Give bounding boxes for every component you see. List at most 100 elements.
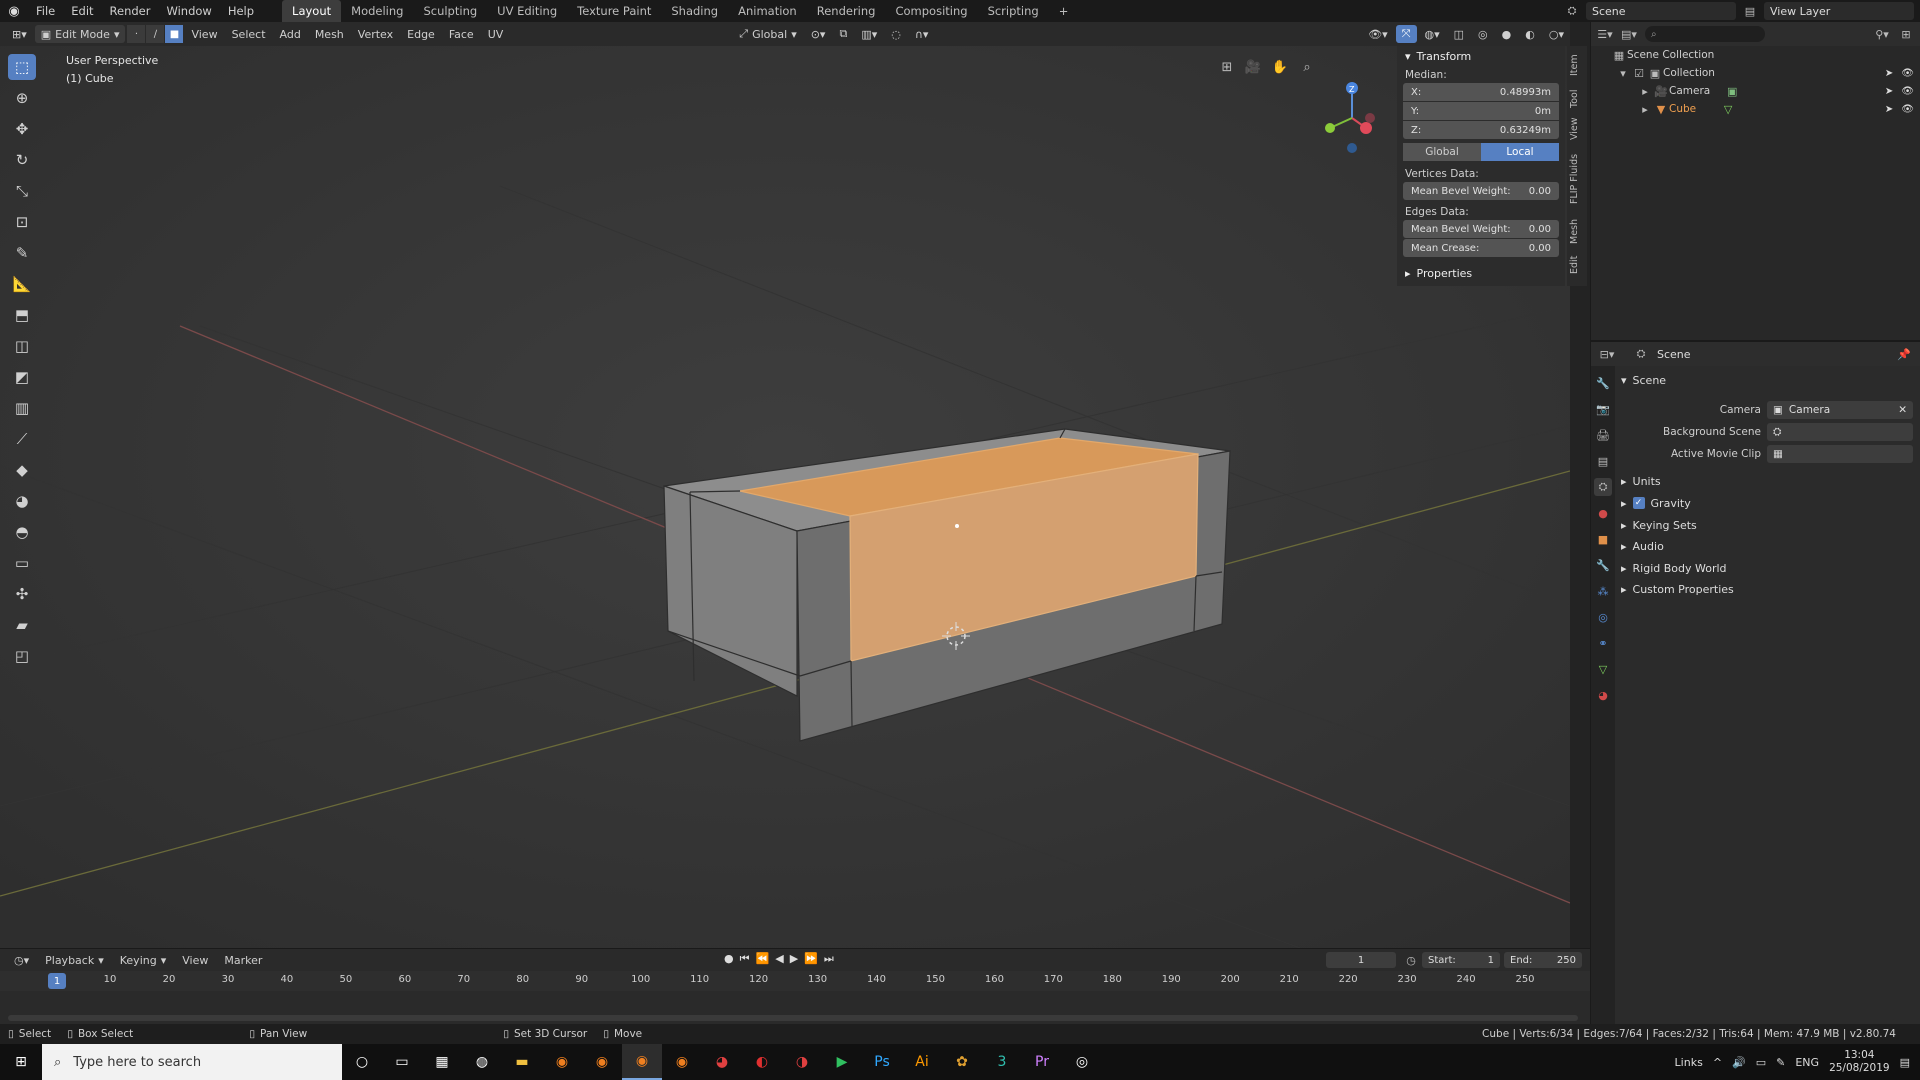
media-player-icon[interactable]: ▶: [822, 1044, 862, 1080]
menu-add[interactable]: Add: [274, 25, 307, 43]
expand-icon[interactable]: ▸: [1637, 101, 1653, 117]
3d-viewport[interactable]: Z User Perspective (1) Cube ⊞ 🎥 ✋ ⌕: [0, 46, 1570, 948]
current-frame-indicator[interactable]: 1: [48, 973, 66, 989]
select-box-tool-icon[interactable]: ⬚: [8, 54, 36, 80]
menu-view[interactable]: View: [185, 25, 223, 43]
blender-logo-icon[interactable]: ◉: [0, 0, 28, 22]
end-frame-field[interactable]: End: 250: [1504, 952, 1582, 968]
illustrator-icon[interactable]: Ai: [902, 1044, 942, 1080]
blender-app-icon-2[interactable]: ◉: [582, 1044, 622, 1080]
next-keyframe-icon[interactable]: ⏩: [804, 952, 818, 966]
modifier-tab-icon[interactable]: 🔧: [1594, 556, 1612, 574]
menu-file[interactable]: File: [28, 0, 63, 22]
menu-window[interactable]: Window: [158, 0, 219, 22]
outliner-scene-collection[interactable]: ▦ Scene Collection: [1591, 46, 1920, 64]
local-button[interactable]: Local: [1481, 143, 1559, 161]
sidebar-tab-edit[interactable]: Edit: [1569, 256, 1580, 274]
jump-start-icon[interactable]: ⏮: [740, 952, 750, 966]
sidebar-tab-mesh[interactable]: Mesh: [1569, 219, 1580, 244]
clock[interactable]: 13:04 25/08/2019: [1829, 1049, 1890, 1075]
gravity-checkbox[interactable]: ✓: [1632, 497, 1645, 509]
spin-tool-icon[interactable]: ◕: [8, 488, 36, 514]
rigid-body-world-section[interactable]: ▸ Rigid Body World: [1621, 558, 1727, 578]
photoshop-icon[interactable]: Ps: [862, 1044, 902, 1080]
network-icon[interactable]: ▭: [1756, 1056, 1766, 1069]
properties-panel-header[interactable]: ▸ Properties: [1397, 263, 1565, 283]
gizmo-icon[interactable]: ⤧: [1395, 25, 1417, 43]
pan-hand-icon[interactable]: ✋: [1269, 56, 1291, 78]
taskbar-search-input[interactable]: ⌕ Type here to search: [42, 1044, 342, 1080]
timeline-ruler[interactable]: 1 10 20 30 40 50 60 70 80 90 100 110 120 130 140 150 160…: [0, 971, 1590, 991]
mean-crease-field[interactable]: Mean Crease: 0.00: [1403, 239, 1559, 257]
premiere-icon[interactable]: Pr: [1022, 1044, 1062, 1080]
outliner-camera[interactable]: ▸ 🎥 Camera ▣ ➤ 👁: [1591, 82, 1920, 100]
snap-target-icon[interactable]: ▥▾: [855, 25, 883, 43]
app-red-icon-2[interactable]: ◑: [782, 1044, 822, 1080]
rip-tool-icon[interactable]: ◰: [8, 643, 36, 669]
blender-app-icon-3[interactable]: ◉: [662, 1044, 702, 1080]
transform-panel-header[interactable]: ▾ Transform: [1397, 46, 1565, 66]
shading-wireframe-icon[interactable]: ◎: [1472, 25, 1494, 43]
jump-end-icon[interactable]: ⏭: [824, 952, 834, 966]
tab-animation[interactable]: Animation: [728, 0, 807, 22]
outliner-cube[interactable]: ▸ ▼ Cube ▽ ➤ 👁: [1591, 100, 1920, 118]
tab-texture-paint[interactable]: Texture Paint: [567, 0, 661, 22]
background-scene-field[interactable]: ⛭: [1767, 423, 1913, 441]
3ds-max-icon[interactable]: 3: [982, 1044, 1022, 1080]
camera-view-icon[interactable]: 🎥: [1242, 56, 1264, 78]
links-toolbar[interactable]: Links: [1675, 1056, 1703, 1069]
inset-tool-icon[interactable]: ◫: [8, 333, 36, 359]
scene-tab-icon[interactable]: ⛭: [1594, 478, 1612, 496]
tab-compositing[interactable]: Compositing: [885, 0, 977, 22]
xray-icon[interactable]: ◫: [1448, 25, 1470, 43]
view-layer-tab-icon[interactable]: ▤: [1594, 452, 1612, 470]
scene-selector[interactable]: Scene: [1586, 2, 1736, 20]
preview-range-icon[interactable]: ◷: [1403, 952, 1419, 968]
eye-icon[interactable]: 👁: [1901, 68, 1914, 79]
data-tab-icon[interactable]: ▽: [1594, 660, 1612, 678]
clear-icon[interactable]: ✕: [1898, 404, 1907, 416]
menu-select[interactable]: Select: [226, 25, 272, 43]
outliner-editor-icon[interactable]: ☰▾: [1597, 26, 1613, 42]
tab-shading[interactable]: Shading: [661, 0, 728, 22]
loop-cut-tool-icon[interactable]: ▥: [8, 395, 36, 421]
sidebar-tab-item[interactable]: Item: [1569, 54, 1580, 76]
display-mode-icon[interactable]: ▤▾: [1621, 26, 1637, 42]
material-tab-icon[interactable]: ◕: [1594, 686, 1612, 704]
vertex-mean-bevel-weight-field[interactable]: Mean Bevel Weight: 0.00: [1403, 182, 1559, 200]
tab-rendering[interactable]: Rendering: [807, 0, 886, 22]
zoom-icon[interactable]: ⌕: [1296, 56, 1318, 78]
median-z-field[interactable]: Z: 0.63249m: [1403, 121, 1559, 139]
record-icon[interactable]: ●: [724, 952, 734, 966]
tab-scripting[interactable]: Scripting: [978, 0, 1049, 22]
annotate-tool-icon[interactable]: ✎: [8, 240, 36, 266]
menu-keying[interactable]: Keying ▾: [114, 951, 172, 969]
face-select-icon[interactable]: ■: [165, 25, 184, 43]
sidebar-tab-tool[interactable]: Tool: [1569, 90, 1580, 108]
blender-app-icon-active[interactable]: ◉: [622, 1044, 662, 1080]
gravity-section[interactable]: ▸ ✓ Gravity: [1621, 493, 1691, 513]
edge-slide-tool-icon[interactable]: ▭: [8, 550, 36, 576]
extrude-tool-icon[interactable]: ⬒: [8, 302, 36, 328]
menu-mesh[interactable]: Mesh: [309, 25, 350, 43]
pen-icon[interactable]: ✎: [1776, 1056, 1785, 1069]
start-frame-field[interactable]: Start: 1: [1422, 952, 1500, 968]
current-frame-field[interactable]: 1: [1326, 952, 1396, 968]
camera-toggle-icon[interactable]: ⊞: [1216, 56, 1238, 78]
tab-modeling[interactable]: Modeling: [341, 0, 413, 22]
outliner-collection[interactable]: ▾ ☑ ▣ Collection ➤ 👁: [1591, 64, 1920, 82]
timeline-editor-icon[interactable]: ◷▾: [8, 951, 35, 969]
select-arrow-icon[interactable]: ➤: [1885, 104, 1893, 115]
scale-tool-icon[interactable]: ⤡: [8, 178, 36, 204]
tray-chevron-icon[interactable]: ^: [1713, 1056, 1722, 1069]
outliner-search-input[interactable]: ⌕: [1645, 26, 1765, 42]
visibility-icon[interactable]: 👁▾: [1362, 25, 1394, 43]
world-tab-icon[interactable]: ●: [1594, 504, 1612, 522]
measure-tool-icon[interactable]: 📐: [8, 271, 36, 297]
menu-face[interactable]: Face: [443, 25, 480, 43]
units-section[interactable]: ▸ Units: [1621, 471, 1661, 491]
play-icon[interactable]: ▶: [790, 952, 798, 966]
bevel-tool-icon[interactable]: ◩: [8, 364, 36, 390]
shading-solid-icon[interactable]: ●: [1496, 25, 1518, 43]
menu-edge[interactable]: Edge: [401, 25, 441, 43]
